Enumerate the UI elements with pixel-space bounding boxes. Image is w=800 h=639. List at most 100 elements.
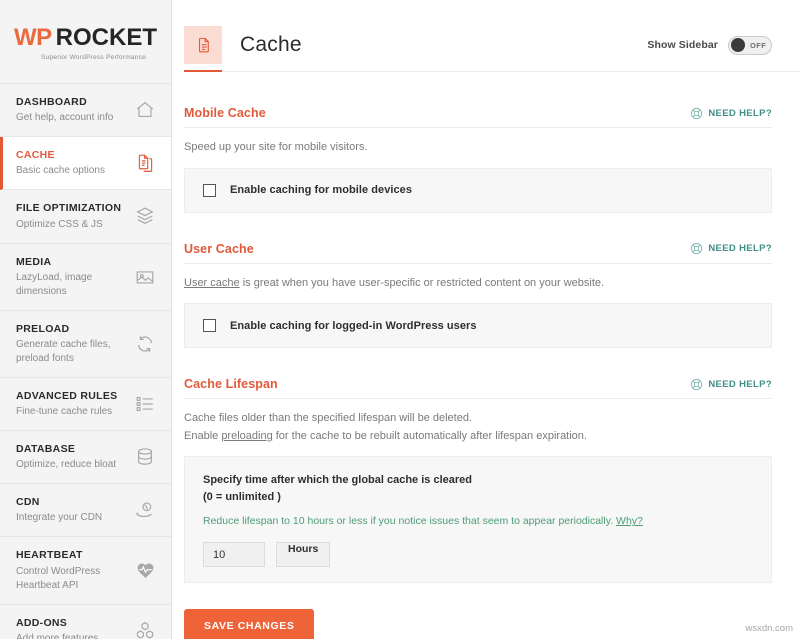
sidebar-item-text: PRELOAD Generate cache files, preload fon… <box>16 322 133 366</box>
sidebar-item-label: CDN <box>16 495 133 509</box>
sidebar-item-sublabel: Get help, account info <box>16 111 133 125</box>
lifespan-unit-select[interactable]: Hours <box>276 542 330 567</box>
enable-user-cache-label: Enable caching for logged-in WordPress u… <box>230 320 477 332</box>
sidebar-nav: DASHBOARDGet help, account info CACHE Basi… <box>0 84 171 639</box>
cdn-cloud-icon <box>133 498 157 522</box>
user-cache-doc-link[interactable]: User cache <box>184 277 240 289</box>
header-divider <box>184 71 800 72</box>
settings-content: Mobile Cache NEED HELP? Speed up your si… <box>172 106 800 639</box>
home-icon <box>133 98 157 122</box>
show-sidebar-label: Show Sidebar <box>647 39 718 51</box>
section-user-cache: User Cache NEED HELP? User cach <box>184 242 772 349</box>
layers-icon <box>133 204 157 228</box>
section-title: Cache Lifespan <box>184 377 278 391</box>
sidebar-item-label: ADD-ONS <box>16 616 133 630</box>
sidebar-item-sublabel: Generate cache files, preload fonts <box>16 338 133 366</box>
sidebar-item-label: CACHE <box>16 148 133 162</box>
section-description: Speed up your site for mobile visitors. <box>184 139 772 157</box>
sidebar-item-preload[interactable]: PRELOAD Generate cache files, preload fon… <box>0 311 171 378</box>
logo-wp-text: WP <box>14 26 52 50</box>
sidebar-item-cdn[interactable]: CDN Integrate your CDN <box>0 484 171 537</box>
sidebar-item-database[interactable]: DATABASEOptimize, reduce bloat <box>0 431 171 484</box>
page-header: Cache Show Sidebar OFF <box>172 0 800 72</box>
section-header: Mobile Cache NEED HELP? <box>184 106 772 128</box>
user-cache-panel: Enable caching for logged-in WordPress u… <box>184 303 772 348</box>
mobile-cache-panel: Enable caching for mobile devices <box>184 168 772 213</box>
lifespan-value-input[interactable] <box>203 542 265 567</box>
section-description: Cache files older than the specified lif… <box>184 410 772 445</box>
watermark: wsxdn.com <box>745 623 793 634</box>
sidebar-item-cache[interactable]: CACHE Basic cache options <box>0 137 171 190</box>
lifebuoy-icon <box>690 378 703 391</box>
lifespan-why-link[interactable]: Why? <box>616 515 643 527</box>
preloading-link[interactable]: preloading <box>221 430 272 442</box>
need-help-text: NEED HELP? <box>708 108 772 119</box>
sidebar-item-label: MEDIA <box>16 255 133 269</box>
header-active-underline <box>184 70 222 72</box>
section-header: Cache Lifespan NEED HELP? <box>184 377 772 399</box>
lifespan-description-line1: Cache files older than the specified lif… <box>184 410 772 428</box>
lifespan-panel-heading: Specify time after which the global cach… <box>203 472 753 506</box>
need-help-text: NEED HELP? <box>708 379 772 390</box>
refresh-icon <box>133 332 157 356</box>
enable-mobile-cache-row[interactable]: Enable caching for mobile devices <box>203 184 753 197</box>
sidebar-item-label: ADVANCED RULES <box>16 389 133 403</box>
sidebar-item-sublabel: Optimize, reduce bloat <box>16 458 133 472</box>
need-help-link-user-cache[interactable]: NEED HELP? <box>690 242 772 255</box>
sidebar-item-add-ons[interactable]: ADD-ONSAdd more features <box>0 605 171 639</box>
sidebar-item-sublabel: Control WordPress Heartbeat API <box>16 565 133 593</box>
enable-user-cache-row[interactable]: Enable caching for logged-in WordPress u… <box>203 319 753 332</box>
sidebar-item-text: CDN Integrate your CDN <box>16 495 133 525</box>
toggle-state-text: OFF <box>750 41 766 50</box>
page-title: Cache <box>240 33 302 57</box>
sidebar-item-sublabel: LazyLoad, image dimensions <box>16 271 133 299</box>
section-header: User Cache NEED HELP? <box>184 242 772 264</box>
sidebar: WP ROCKET Superior WordPress Performance… <box>0 0 172 639</box>
sidebar-item-sublabel: Basic cache options <box>16 164 133 178</box>
need-help-link-cache-lifespan[interactable]: NEED HELP? <box>690 378 772 391</box>
sidebar-item-media[interactable]: MEDIA LazyLoad, image dimensions <box>0 244 171 311</box>
header-actions: Show Sidebar OFF <box>647 36 772 55</box>
sidebar-item-label: HEARTBEAT <box>16 548 133 562</box>
sidebar-item-advanced-rules[interactable]: ADVANCED RULESFine-tune cache rules <box>0 378 171 431</box>
lifebuoy-icon <box>690 107 703 120</box>
sidebar-item-text: ADD-ONSAdd more features <box>16 616 133 639</box>
line2-pre: Enable <box>184 430 221 442</box>
sidebar-item-sublabel: Optimize CSS & JS <box>16 218 133 232</box>
lifespan-field-row: Hours <box>203 542 753 567</box>
document-stack-icon <box>184 26 222 64</box>
sidebar-item-file-optimization[interactable]: FILE OPTIMIZATION Optimize CSS & JS <box>0 190 171 243</box>
section-title: User Cache <box>184 242 254 256</box>
need-help-link-mobile-cache[interactable]: NEED HELP? <box>690 107 772 120</box>
line2-post: for the cache to be rebuilt automaticall… <box>273 430 587 442</box>
user-cache-description-rest: is great when you have user-specific or … <box>240 277 604 289</box>
cache-lifespan-panel: Specify time after which the global cach… <box>184 456 772 583</box>
sidebar-item-text: HEARTBEAT Control WordPress Heartbeat API <box>16 548 133 592</box>
sidebar-item-text: DATABASEOptimize, reduce bloat <box>16 442 133 472</box>
enable-mobile-cache-checkbox[interactable] <box>203 184 216 197</box>
sidebar-item-heartbeat[interactable]: HEARTBEAT Control WordPress Heartbeat API <box>0 537 171 604</box>
lifespan-description-line2: Enable preloading for the cache to be re… <box>184 428 772 446</box>
sidebar-item-text: MEDIA LazyLoad, image dimensions <box>16 255 133 299</box>
sidebar-item-sublabel: Integrate your CDN <box>16 511 133 525</box>
app-root: WP ROCKET Superior WordPress Performance… <box>0 0 800 639</box>
toggle-knob <box>731 38 745 52</box>
section-description: User cache is great when you have user-s… <box>184 275 772 293</box>
sidebar-item-text: ADVANCED RULESFine-tune cache rules <box>16 389 133 419</box>
image-icon <box>133 265 157 289</box>
enable-user-cache-checkbox[interactable] <box>203 319 216 332</box>
lifespan-heading-line2: (0 = unlimited ) <box>203 489 753 506</box>
save-changes-button[interactable]: SAVE CHANGES <box>184 609 314 639</box>
lifespan-heading-line1: Specify time after which the global cach… <box>203 472 753 489</box>
sidebar-item-text: FILE OPTIMIZATION Optimize CSS & JS <box>16 201 133 231</box>
sidebar-item-dashboard[interactable]: DASHBOARDGet help, account info <box>0 84 171 137</box>
lifebuoy-icon <box>690 242 703 255</box>
sidebar-item-label: PRELOAD <box>16 322 133 336</box>
blocks-icon <box>133 619 157 639</box>
main-content: Cache Show Sidebar OFF Mobile Cache <box>172 0 800 639</box>
sidebar-item-text: CACHE Basic cache options <box>16 148 133 178</box>
logo-wordmark: WP ROCKET <box>14 26 157 50</box>
list-rules-icon <box>133 392 157 416</box>
sidebar-item-label: FILE OPTIMIZATION <box>16 201 133 215</box>
show-sidebar-toggle[interactable]: OFF <box>728 36 772 55</box>
